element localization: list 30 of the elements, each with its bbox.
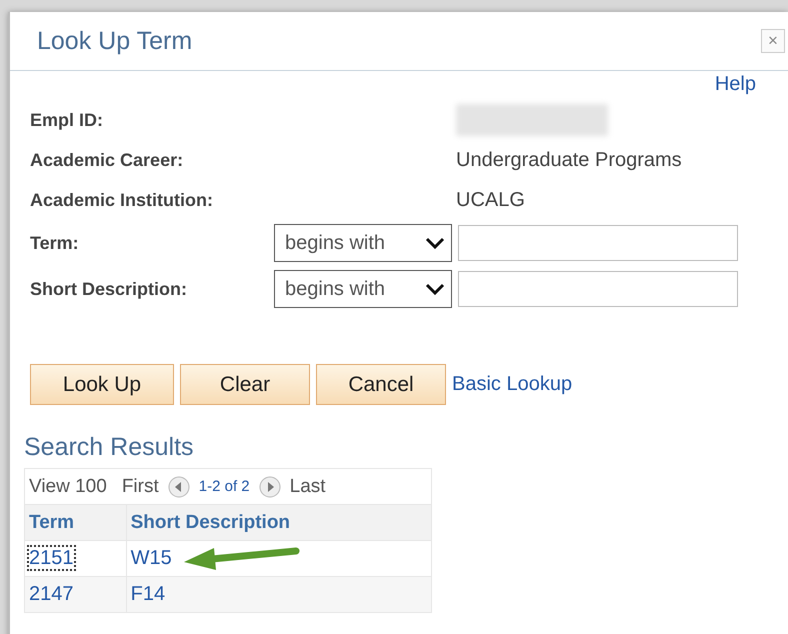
field-value: Undergraduate Programs: [455, 148, 683, 172]
chevron-down-icon: [425, 236, 445, 250]
section-title: Search Results: [24, 433, 195, 462]
page-range: 1-2 of 2: [198, 478, 250, 495]
help-link[interactable]: Help: [714, 73, 756, 96]
basic-lookup-link[interactable]: Basic Lookup: [452, 373, 572, 396]
previous-icon[interactable]: [168, 476, 190, 498]
first-link[interactable]: First: [122, 476, 159, 498]
cancel-button[interactable]: Cancel: [316, 364, 446, 405]
description-link[interactable]: W15: [130, 547, 172, 570]
last-link[interactable]: Last: [290, 476, 326, 498]
column-header: Term: [24, 504, 126, 540]
column-header: Short Description: [126, 504, 432, 540]
field-label: Term:: [30, 232, 80, 254]
operator-dropdown[interactable]: begins with: [274, 270, 452, 308]
description-link[interactable]: F14: [130, 583, 166, 606]
next-icon[interactable]: [258, 476, 281, 498]
view-all-link[interactable]: View 100: [29, 476, 107, 498]
chevron-down-icon: [425, 282, 445, 296]
field-label: Short Description:: [30, 278, 188, 300]
field-label: Academic Institution:: [30, 190, 214, 210]
input-field[interactable]: [458, 225, 738, 261]
input-field[interactable]: [458, 271, 738, 307]
field-label: Empl ID:: [30, 110, 104, 130]
look-up-button[interactable]: Look Up: [30, 364, 174, 405]
operator-dropdown[interactable]: begins with: [274, 224, 452, 262]
clear-button[interactable]: Clear: [180, 364, 310, 405]
field-value: UCALG: [455, 188, 526, 212]
dialog-title: Look Up Term: [37, 26, 192, 56]
field-label: Academic Career:: [30, 150, 184, 170]
